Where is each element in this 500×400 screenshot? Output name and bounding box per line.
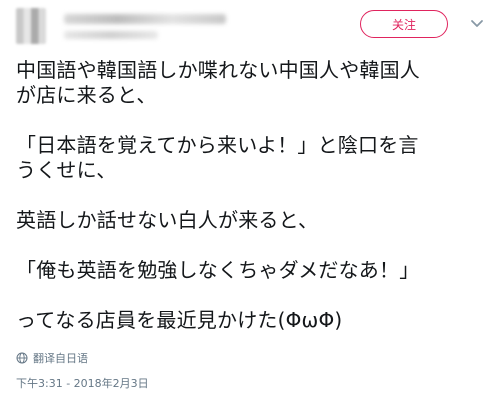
tweet-line: 「俺も英語を勉強しなくちゃダメだなあ！」 [16,258,420,282]
tweet-line: 英語しか話せない白人が来ると、 [16,208,319,232]
chevron-down-icon[interactable] [468,14,486,32]
tweet-text: 中国語や韓国語しか喋れない中国人や韓国人 が店に来ると、 「日本語を覚えてから来… [16,58,486,333]
tweet-line: うくせに、 [16,158,117,182]
tweet-line: が店に来ると、 [16,83,157,107]
tweet-line: 「日本語を覚えてから来いよ！」と陰口を言 [16,133,419,157]
globe-icon [16,352,28,364]
timestamp[interactable]: 下午3:31 - 2018年2月3日 [16,375,149,391]
tweet-header: 关注 [0,0,500,48]
tweet-line: ってなる店員を最近見かけた(ΦωΦ) [16,308,343,332]
display-name-redacted[interactable] [64,14,226,24]
translate-link[interactable]: 翻译自日语 [16,349,88,367]
follow-button[interactable]: 关注 [360,10,448,38]
avatar[interactable] [16,8,46,44]
tweet-line: 中国語や韓国語しか喋れない中国人や韓国人 [16,58,420,82]
translate-label[interactable]: 翻译自日语 [33,350,88,366]
handle-redacted[interactable] [64,31,158,39]
